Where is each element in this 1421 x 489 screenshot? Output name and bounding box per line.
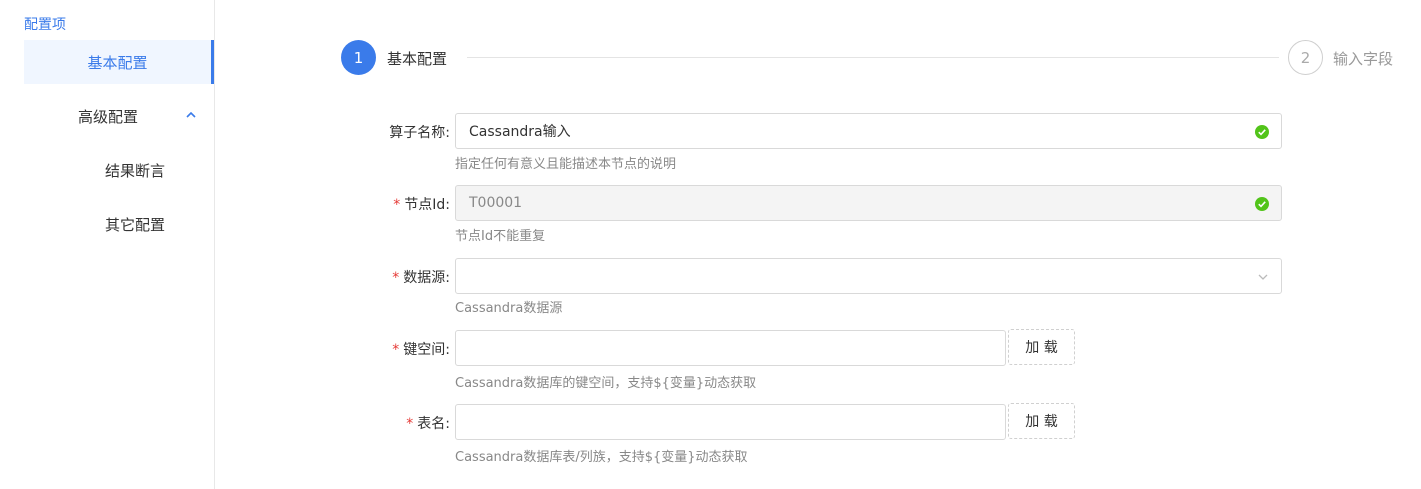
table-label: * 表名:	[406, 416, 450, 432]
sidebar-item-result-assertion[interactable]: 结果断言	[24, 148, 214, 192]
sidebar-title: 配置项	[24, 17, 66, 33]
sidebar-item-label: 其它配置	[105, 215, 166, 234]
node-id-value: T00001	[469, 195, 523, 211]
node-id-label: * 节点Id:	[393, 197, 450, 213]
form-row-operator-name: 算子名称: Cassandra输入	[340, 113, 1290, 149]
sidebar-item-other-config[interactable]: 其它配置	[24, 202, 214, 246]
step-2-circle[interactable]: 2	[1288, 40, 1323, 75]
keyspace-load-button[interactable]: 加 载	[1008, 329, 1075, 365]
table-hint: Cassandra数据库表/列族，支持${变量}动态获取	[455, 450, 748, 465]
sidebar-item-label: 结果断言	[105, 161, 166, 180]
step-1-circle[interactable]: 1	[341, 40, 376, 75]
step-1-label: 基本配置	[387, 50, 448, 68]
step-indicator: 1 基本配置 2 输入字段	[341, 40, 1401, 76]
form-row-table: * 表名: 加 载	[340, 403, 1290, 440]
keyspace-input[interactable]	[455, 330, 1006, 366]
required-mark: *	[392, 270, 400, 286]
sidebar-item-label: 高级配置	[78, 107, 139, 126]
keyspace-hint: Cassandra数据库的键空间，支持${变量}动态获取	[455, 376, 757, 391]
form-row-node-id: * 节点Id: T00001	[340, 185, 1290, 221]
sidebar-item-advanced-config[interactable]: 高级配置	[24, 94, 214, 138]
sidebar-item-label: 基本配置	[87, 53, 148, 72]
datasource-label: * 数据源:	[392, 270, 450, 286]
operator-name-label: 算子名称:	[389, 125, 450, 141]
table-load-button[interactable]: 加 载	[1008, 403, 1075, 439]
operator-name-hint: 指定任何有意义且能描述本节点的说明	[455, 157, 677, 172]
step-2-label: 输入字段	[1333, 50, 1394, 68]
operator-name-input[interactable]: Cassandra输入	[455, 113, 1282, 149]
datasource-hint: Cassandra数据源	[455, 301, 563, 316]
node-id-hint: 节点Id不能重复	[455, 229, 546, 244]
operator-name-value: Cassandra输入	[469, 124, 571, 140]
required-mark: *	[406, 416, 414, 432]
required-mark: *	[392, 342, 400, 358]
keyspace-label: * 键空间:	[392, 342, 450, 358]
sidebar: 配置项 基本配置 高级配置 结果断言 其它配置	[0, 0, 215, 489]
sidebar-item-basic-config[interactable]: 基本配置	[24, 40, 214, 84]
check-circle-icon	[1255, 197, 1269, 211]
datasource-select[interactable]	[455, 258, 1282, 294]
table-input[interactable]	[455, 404, 1006, 440]
form-row-keyspace: * 键空间: 加 载	[340, 329, 1290, 366]
required-mark: *	[393, 197, 401, 213]
step-connector	[467, 57, 1279, 58]
node-id-input[interactable]: T00001	[455, 185, 1282, 221]
form-row-datasource: * 数据源:	[340, 258, 1290, 294]
chevron-down-icon	[1258, 274, 1268, 280]
chevron-up-icon	[186, 111, 196, 118]
check-circle-icon	[1255, 125, 1269, 139]
